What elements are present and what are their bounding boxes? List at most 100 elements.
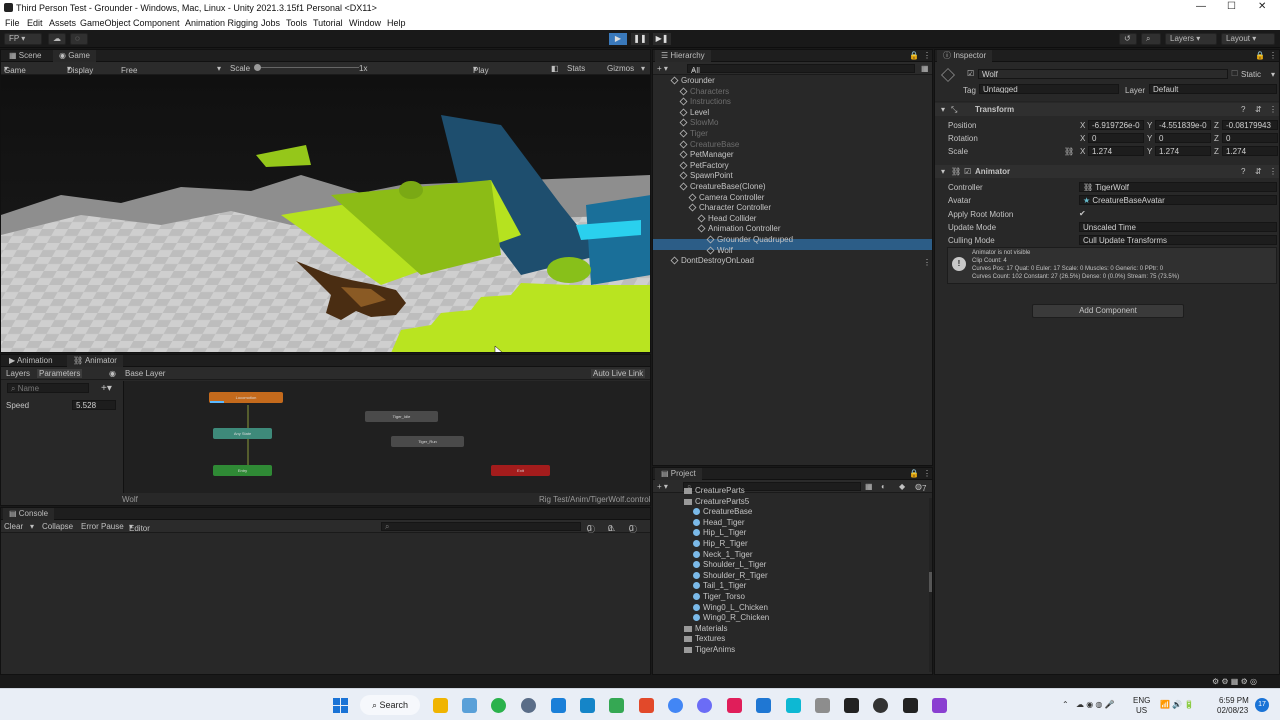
pause-button[interactable]: ❚❚: [631, 33, 649, 45]
hierarchy-item[interactable]: PetFactory: [679, 161, 729, 170]
transform-kebab-icon[interactable]: ⋮: [1269, 105, 1277, 114]
tray-chevron-icon[interactable]: ⌃: [1062, 700, 1069, 709]
project-item[interactable]: Wing0_L_Chicken: [693, 603, 768, 612]
project-lock-icon[interactable]: 🔒: [909, 469, 919, 478]
animator-foldout-icon[interactable]: ▾: [941, 167, 945, 176]
project-item[interactable]: CreatureBase: [693, 507, 752, 516]
menu-assets[interactable]: Assets: [49, 18, 76, 28]
menu-tools[interactable]: Tools: [286, 18, 307, 28]
animator-graph[interactable]: Locomotion Any State Entry Tiger_Idle Ti…: [123, 381, 650, 493]
lang-primary[interactable]: ENG: [1133, 696, 1150, 705]
static-chevron-icon[interactable]: ▾: [1271, 70, 1275, 79]
scale-slider-handle[interactable]: [254, 64, 261, 71]
inspector-kebab-icon[interactable]: ⋮: [1269, 51, 1277, 60]
animator-preset-icon[interactable]: ⇵: [1255, 167, 1262, 176]
project-create-dropdown[interactable]: + ▾: [657, 482, 668, 491]
tab-inspector[interactable]: ⓘ Inspector: [937, 50, 993, 62]
layout-dropdown[interactable]: Layout ▾: [1221, 33, 1275, 45]
root-motion-checkbox[interactable]: ✔: [1079, 209, 1086, 218]
hierarchy-item[interactable]: Head Collider: [697, 214, 756, 223]
display-dropdown[interactable]: Display 1 ▾: [67, 64, 93, 84]
stats-toggle[interactable]: Stats: [567, 64, 585, 73]
clear-button[interactable]: Clear: [4, 522, 23, 531]
menu-help[interactable]: Help: [387, 18, 406, 28]
tab-scene[interactable]: ▦ Scene: [3, 50, 47, 62]
menu-animation-rigging[interactable]: Animation Rigging: [185, 18, 258, 28]
cloud-icon[interactable]: ☁: [48, 33, 66, 45]
tab-project[interactable]: ▤ Project: [655, 468, 702, 480]
hidden-packages-icon[interactable]: ◍ 7: [915, 482, 926, 493]
project-scrollbar-thumb[interactable]: [929, 572, 932, 592]
rotation-z-field[interactable]: 0: [1222, 133, 1278, 143]
search-scope-icon[interactable]: ▦: [865, 482, 873, 491]
hierarchy-search-input[interactable]: ⌕ All: [687, 64, 915, 75]
menu-edit[interactable]: Edit: [27, 18, 43, 28]
update-mode-dropdown[interactable]: Unscaled Time: [1079, 222, 1277, 232]
project-item[interactable]: CreatureParts5: [684, 497, 749, 506]
mute-audio-icon[interactable]: ◧: [551, 64, 559, 73]
visual-studio-icon[interactable]: [932, 698, 947, 713]
slack-icon[interactable]: [727, 698, 742, 713]
add-component-button[interactable]: Add Component: [1032, 304, 1184, 318]
tab-hierarchy[interactable]: ☰ Hierarchy: [655, 50, 711, 62]
collab-icon[interactable]: ◌: [70, 33, 88, 45]
menu-tutorial[interactable]: Tutorial: [313, 18, 343, 28]
unity-icon[interactable]: [903, 698, 918, 713]
l-app-icon[interactable]: [580, 698, 595, 713]
hierarchy-item[interactable]: Character Controller: [688, 203, 771, 212]
search-icon[interactable]: ⌕: [1141, 33, 1161, 45]
clock-date[interactable]: 02/08/23: [1217, 706, 1248, 715]
position-z-field[interactable]: -0.08179943: [1222, 120, 1278, 130]
clock-time[interactable]: 6:59 PM: [1219, 696, 1249, 705]
project-item[interactable]: TigerAnims: [684, 645, 735, 654]
menu-file[interactable]: File: [5, 18, 20, 28]
active-checkbox[interactable]: ☑: [967, 69, 974, 78]
collapse-toggle[interactable]: Collapse: [42, 522, 73, 531]
vscode-icon[interactable]: [756, 698, 771, 713]
project-scrollbar[interactable]: [929, 498, 932, 672]
rotation-y-field[interactable]: 0: [1155, 133, 1211, 143]
scale-x-field[interactable]: 1.274: [1088, 146, 1144, 156]
tab-animator[interactable]: ⛓ Animator: [67, 355, 123, 367]
editor-dropdown[interactable]: Editor ▾: [129, 522, 150, 533]
recorder-icon[interactable]: [873, 698, 888, 713]
animator-help-icon[interactable]: ?: [1241, 167, 1245, 176]
hierarchy-item[interactable]: Instructions: [679, 97, 731, 106]
play-button[interactable]: ▶: [609, 33, 627, 45]
animator-enabled-checkbox[interactable]: ☑: [964, 167, 971, 176]
auto-live-link-button[interactable]: Auto Live Link: [591, 369, 646, 378]
scale-y-field[interactable]: 1.274: [1155, 146, 1211, 156]
project-item[interactable]: Neck_1_Tiger: [693, 550, 753, 559]
hierarchy-item[interactable]: Wolf: [706, 246, 733, 255]
hierarchy-item[interactable]: Animation Controller: [697, 224, 780, 233]
edit-app-icon[interactable]: [609, 698, 624, 713]
settings-icon[interactable]: [521, 698, 536, 713]
parameter-value-field[interactable]: 5.528: [72, 400, 116, 410]
hierarchy-item[interactable]: Level: [679, 108, 709, 117]
hierarchy-item[interactable]: SlowMo: [679, 118, 718, 127]
hierarchy-item[interactable]: DontDestroyOnLoad: [670, 256, 754, 265]
account-dropdown[interactable]: FP ▾: [4, 33, 42, 45]
discord-icon[interactable]: [697, 698, 712, 713]
state-tiger-idle[interactable]: Tiger_Idle: [365, 411, 438, 422]
minimize-button[interactable]: —: [1196, 1, 1206, 12]
scene-filter-icon[interactable]: ▦: [921, 64, 929, 73]
chrome-icon[interactable]: [668, 698, 683, 713]
notification-badge[interactable]: 17: [1255, 698, 1269, 712]
hierarchy-item[interactable]: Grounder: [670, 76, 715, 85]
controller-field[interactable]: ⛓ TigerWolf: [1079, 182, 1277, 192]
tab-parameters[interactable]: Parameters: [37, 369, 83, 378]
constrain-proportions-icon[interactable]: ⛓: [1064, 147, 1074, 156]
culling-mode-dropdown[interactable]: Cull Update Transforms: [1079, 235, 1277, 245]
hierarchy-item[interactable]: SpawnPoint: [679, 171, 733, 180]
state-exit[interactable]: Exit: [491, 465, 550, 476]
play-focused-dropdown[interactable]: Play Focused ▾: [473, 64, 504, 84]
gizmos-toggle[interactable]: Gizmos: [607, 64, 634, 73]
transform-foldout-icon[interactable]: ▾: [941, 105, 945, 114]
layers-dropdown[interactable]: Layers ▾: [1165, 33, 1217, 45]
project-item[interactable]: Shoulder_L_Tiger: [693, 560, 766, 569]
generic-app-icon[interactable]: [551, 698, 566, 713]
project-item[interactable]: Wing0_R_Chicken: [693, 613, 769, 622]
tab-game[interactable]: ◉ Game: [53, 50, 96, 62]
parameter-search-input[interactable]: ⌕ Name: [7, 383, 89, 393]
